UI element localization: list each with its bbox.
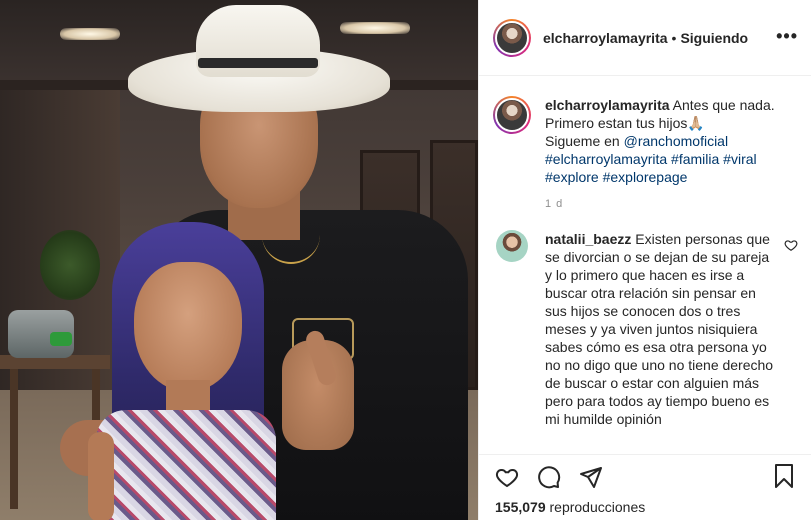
avatar-image: [495, 20, 529, 55]
following-button[interactable]: Siguiendo: [680, 30, 748, 46]
comment-button[interactable]: [535, 463, 563, 491]
girl-top: [96, 410, 276, 520]
caption-line1: Antes que nada.: [672, 97, 775, 113]
heart-icon: [495, 468, 519, 488]
table-leg: [10, 369, 18, 509]
pray-emoji: 🙏🏼: [687, 115, 705, 131]
avatar-image: [495, 98, 529, 132]
caption-avatar[interactable]: [493, 96, 531, 134]
commenter-username[interactable]: natalii_baezz: [545, 231, 631, 247]
hashtags-line2[interactable]: #explore #explorepage: [545, 169, 687, 185]
caption-text: elcharroylamayrita Antes que nada. Prime…: [545, 96, 785, 186]
share-icon: [580, 467, 602, 488]
like-button[interactable]: [493, 463, 521, 491]
ceiling-light: [340, 22, 410, 34]
girl-arm: [88, 432, 114, 520]
header-username[interactable]: elcharroylamayrita: [543, 30, 668, 46]
views-count: 155,079 reproducciones: [495, 499, 645, 515]
caption-username[interactable]: elcharroylamayrita: [545, 97, 670, 113]
save-button[interactable]: [772, 463, 800, 491]
girl-face: [134, 262, 242, 392]
post-panel: elcharroylamayrita • Siguiendo ••• elcha…: [478, 0, 811, 520]
comments-section[interactable]: elcharroylamayrita Antes que nada. Prime…: [479, 76, 811, 454]
caption-line3: Sigueme en: [545, 133, 624, 149]
mention-link[interactable]: @ranchomoficial: [624, 133, 728, 149]
comment-body: Existen personas que se divorcian o se d…: [545, 231, 774, 427]
caption-line2: Primero estan tus hijos: [545, 115, 688, 131]
post-actions-bar: 155,079 reproducciones: [479, 454, 811, 520]
commenter-avatar[interactable]: [496, 230, 528, 262]
cowboy-hat-band: [198, 58, 318, 68]
comment-item: natalii_baezz Existen personas que se di…: [493, 230, 798, 428]
views-number: 155,079: [495, 499, 546, 515]
post-caption: elcharroylamayrita Antes que nada. Prime…: [493, 96, 798, 186]
profile-avatar[interactable]: [493, 18, 531, 57]
comment-text: natalii_baezz Existen personas que se di…: [545, 230, 775, 428]
ceiling-light: [60, 28, 120, 40]
header-separator: •: [671, 29, 677, 46]
hashtags-line1[interactable]: #elcharroylamayrita #familia #viral: [545, 151, 757, 167]
views-label: reproducciones: [549, 499, 646, 515]
comment-icon: [538, 466, 561, 489]
action-icons: [493, 463, 605, 491]
post-video[interactable]: [0, 0, 478, 520]
bookmark-icon: [775, 464, 793, 488]
more-options-icon[interactable]: •••: [776, 26, 798, 47]
post-timestamp[interactable]: 1 d: [545, 198, 798, 210]
video-background-tool-accent: [50, 332, 72, 346]
post-header: elcharroylamayrita • Siguiendo •••: [479, 0, 811, 76]
share-button[interactable]: [577, 463, 605, 491]
comment-like-heart-icon[interactable]: [784, 238, 798, 252]
video-background-plant: [40, 230, 100, 300]
